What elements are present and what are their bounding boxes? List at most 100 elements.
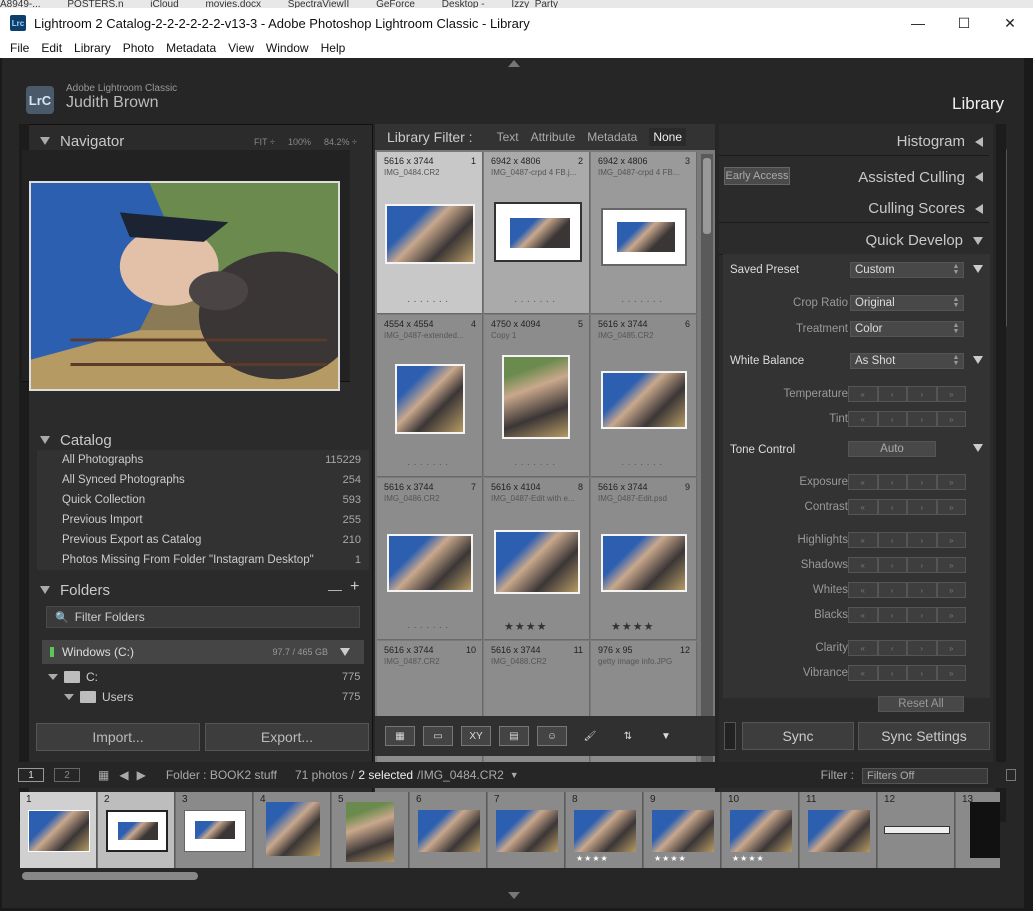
catalog-item-previous-import[interactable]: Previous Import 255: [37, 510, 369, 530]
filmstrip-thumbnail[interactable]: [730, 810, 792, 852]
tint-stepper[interactable]: «‹ ›»: [848, 411, 966, 427]
crop-ratio-select[interactable]: Original ▲ ▼: [850, 295, 964, 311]
step-left-large[interactable]: «: [848, 386, 878, 402]
grid-scrollbar-track[interactable]: [701, 154, 713, 784]
step-right-large[interactable]: »: [936, 532, 966, 548]
grid-cell[interactable]: 5616 x 3744 6 IMG_0485.CR2 ·······: [591, 315, 697, 477]
filmstrip-thumbnail[interactable]: [496, 810, 558, 852]
minimize-button[interactable]: —: [895, 8, 941, 38]
filmstrip-thumbnail[interactable]: [266, 802, 320, 856]
filmstrip-cell[interactable]: 1: [20, 792, 97, 868]
assisted-culling-header[interactable]: Assisted Culling: [719, 163, 989, 191]
cell-thumbnail[interactable]: [387, 534, 473, 592]
shadows-stepper[interactable]: «‹ ›»: [848, 557, 966, 573]
step-left-small[interactable]: ‹: [877, 582, 907, 598]
step-left-large[interactable]: «: [848, 474, 878, 490]
grid-scrollbar-thumb[interactable]: [703, 158, 711, 234]
step-right-small[interactable]: ›: [907, 411, 937, 427]
filmstrip-thumbnail[interactable]: [884, 826, 950, 834]
filmstrip-cell[interactable]: 11: [800, 792, 877, 868]
menu-view[interactable]: View: [222, 41, 260, 55]
step-left-small[interactable]: ‹: [877, 499, 907, 515]
cell-thumbnail[interactable]: [502, 355, 570, 439]
step-right-small[interactable]: ›: [907, 582, 937, 598]
menu-help[interactable]: Help: [315, 41, 352, 55]
folder-path[interactable]: Folder : BOOK2 stuff: [166, 768, 277, 782]
temperature-stepper[interactable]: «‹ ›»: [848, 386, 966, 402]
culling-scores-header[interactable]: Culling Scores: [719, 195, 989, 223]
volume-menu-icon[interactable]: [340, 648, 350, 656]
grid-cell[interactable]: 5616 x 3744 11 IMG_0488.CR2: [484, 641, 590, 781]
filmstrip-thumbnail[interactable]: [106, 810, 168, 852]
step-right-large[interactable]: »: [936, 582, 966, 598]
step-right-small[interactable]: ›: [907, 640, 937, 656]
blacks-stepper[interactable]: «‹ ›»: [848, 607, 966, 623]
filter-text[interactable]: Text: [497, 130, 519, 144]
grid-cell[interactable]: 5616 x 3744 7 IMG_0486.CR2 ·······: [377, 478, 483, 640]
grid-view-icon[interactable]: ▦: [98, 768, 109, 782]
step-right-large[interactable]: »: [936, 557, 966, 573]
menu-file[interactable]: File: [4, 41, 35, 55]
cell-thumbnail[interactable]: [494, 202, 582, 262]
lightroom-app-icon[interactable]: Lrc: [10, 15, 26, 31]
catalog-item-all-synced[interactable]: All Synced Photographs 254: [37, 470, 369, 490]
step-left-small[interactable]: ‹: [877, 665, 907, 681]
quick-develop-header[interactable]: Quick Develop: [719, 227, 989, 255]
close-button[interactable]: ✕: [987, 8, 1033, 38]
step-left-large[interactable]: «: [848, 499, 878, 515]
step-left-large[interactable]: «: [848, 607, 878, 623]
cell-thumbnail[interactable]: [494, 530, 580, 594]
step-right-small[interactable]: ›: [907, 474, 937, 490]
window-titlebar[interactable]: Lrc Lightroom 2 Catalog-2-2-2-2-2-2-v13-…: [0, 8, 1033, 38]
auto-tone-button[interactable]: Auto: [848, 441, 936, 457]
loupe-view-icon[interactable]: ▭: [423, 726, 453, 746]
import-button[interactable]: Import...: [36, 723, 200, 751]
step-right-large[interactable]: »: [936, 386, 966, 402]
step-right-small[interactable]: ›: [907, 607, 937, 623]
sort-icon[interactable]: ⇅: [613, 726, 643, 746]
contrast-stepper[interactable]: «‹ ›»: [848, 499, 966, 515]
sync-button[interactable]: Sync: [742, 722, 854, 750]
menu-edit[interactable]: Edit: [35, 41, 68, 55]
step-left-large[interactable]: «: [848, 582, 878, 598]
step-right-large[interactable]: »: [936, 665, 966, 681]
menu-metadata[interactable]: Metadata: [160, 41, 222, 55]
filmstrip-thumbnail[interactable]: [346, 802, 394, 862]
step-left-small[interactable]: ‹: [877, 532, 907, 548]
filmstrip-thumbnail[interactable]: [652, 810, 714, 852]
filmstrip-thumbnail[interactable]: [808, 810, 870, 852]
zoom-100[interactable]: 100%: [288, 137, 311, 147]
bottom-panel-toggle-icon[interactable]: [508, 892, 520, 899]
filmstrip-thumbnail[interactable]: [970, 802, 1000, 858]
treatment-select[interactable]: Color ▲ ▼: [850, 321, 964, 337]
forward-arrow-icon[interactable]: ▶: [137, 768, 146, 782]
step-right-small[interactable]: ›: [907, 386, 937, 402]
filmstrip-thumbnail[interactable]: [28, 810, 90, 852]
catalog-item-quick-collection[interactable]: Quick Collection 593: [37, 490, 369, 510]
filmstrip-cell[interactable]: 7: [488, 792, 565, 868]
people-view-icon[interactable]: ☺: [537, 726, 567, 746]
back-arrow-icon[interactable]: ◀: [119, 768, 128, 782]
grid-cell[interactable]: 976 x 95 12 getty image info.JPG: [591, 641, 697, 781]
file-menu-icon[interactable]: ▼: [510, 770, 519, 780]
filmstrip-scrollbar[interactable]: [22, 872, 198, 880]
cell-thumbnail[interactable]: [395, 364, 465, 434]
whites-stepper[interactable]: «‹ ›»: [848, 582, 966, 598]
filter-metadata[interactable]: Metadata: [587, 130, 637, 144]
grid-cell[interactable]: 5616 x 4104 8 IMG_0487-Edit with e... ★★★…: [484, 478, 590, 640]
zoom-fit[interactable]: FIT ÷: [254, 137, 275, 147]
compare-view-icon[interactable]: XY: [461, 726, 491, 746]
grid-cell[interactable]: 4750 x 4094 5 Copy 1 ·······: [484, 315, 590, 477]
zoom-custom[interactable]: 84.2% ÷: [324, 137, 357, 147]
maximize-button[interactable]: ☐: [941, 8, 987, 38]
painter-icon[interactable]: 🖌: [575, 726, 605, 746]
step-right-small[interactable]: ›: [907, 665, 937, 681]
filmstrip-thumbnail[interactable]: [418, 810, 480, 852]
filmstrip-cell[interactable]: 3: [176, 792, 253, 868]
white-balance-select[interactable]: As Shot ▲ ▼: [850, 353, 964, 369]
filmstrip-cell[interactable]: 6: [410, 792, 487, 868]
cell-thumbnail[interactable]: [601, 534, 687, 592]
filmstrip-cell[interactable]: 5: [332, 792, 409, 868]
filmstrip-cell[interactable]: 12: [878, 792, 955, 868]
step-right-large[interactable]: »: [936, 607, 966, 623]
